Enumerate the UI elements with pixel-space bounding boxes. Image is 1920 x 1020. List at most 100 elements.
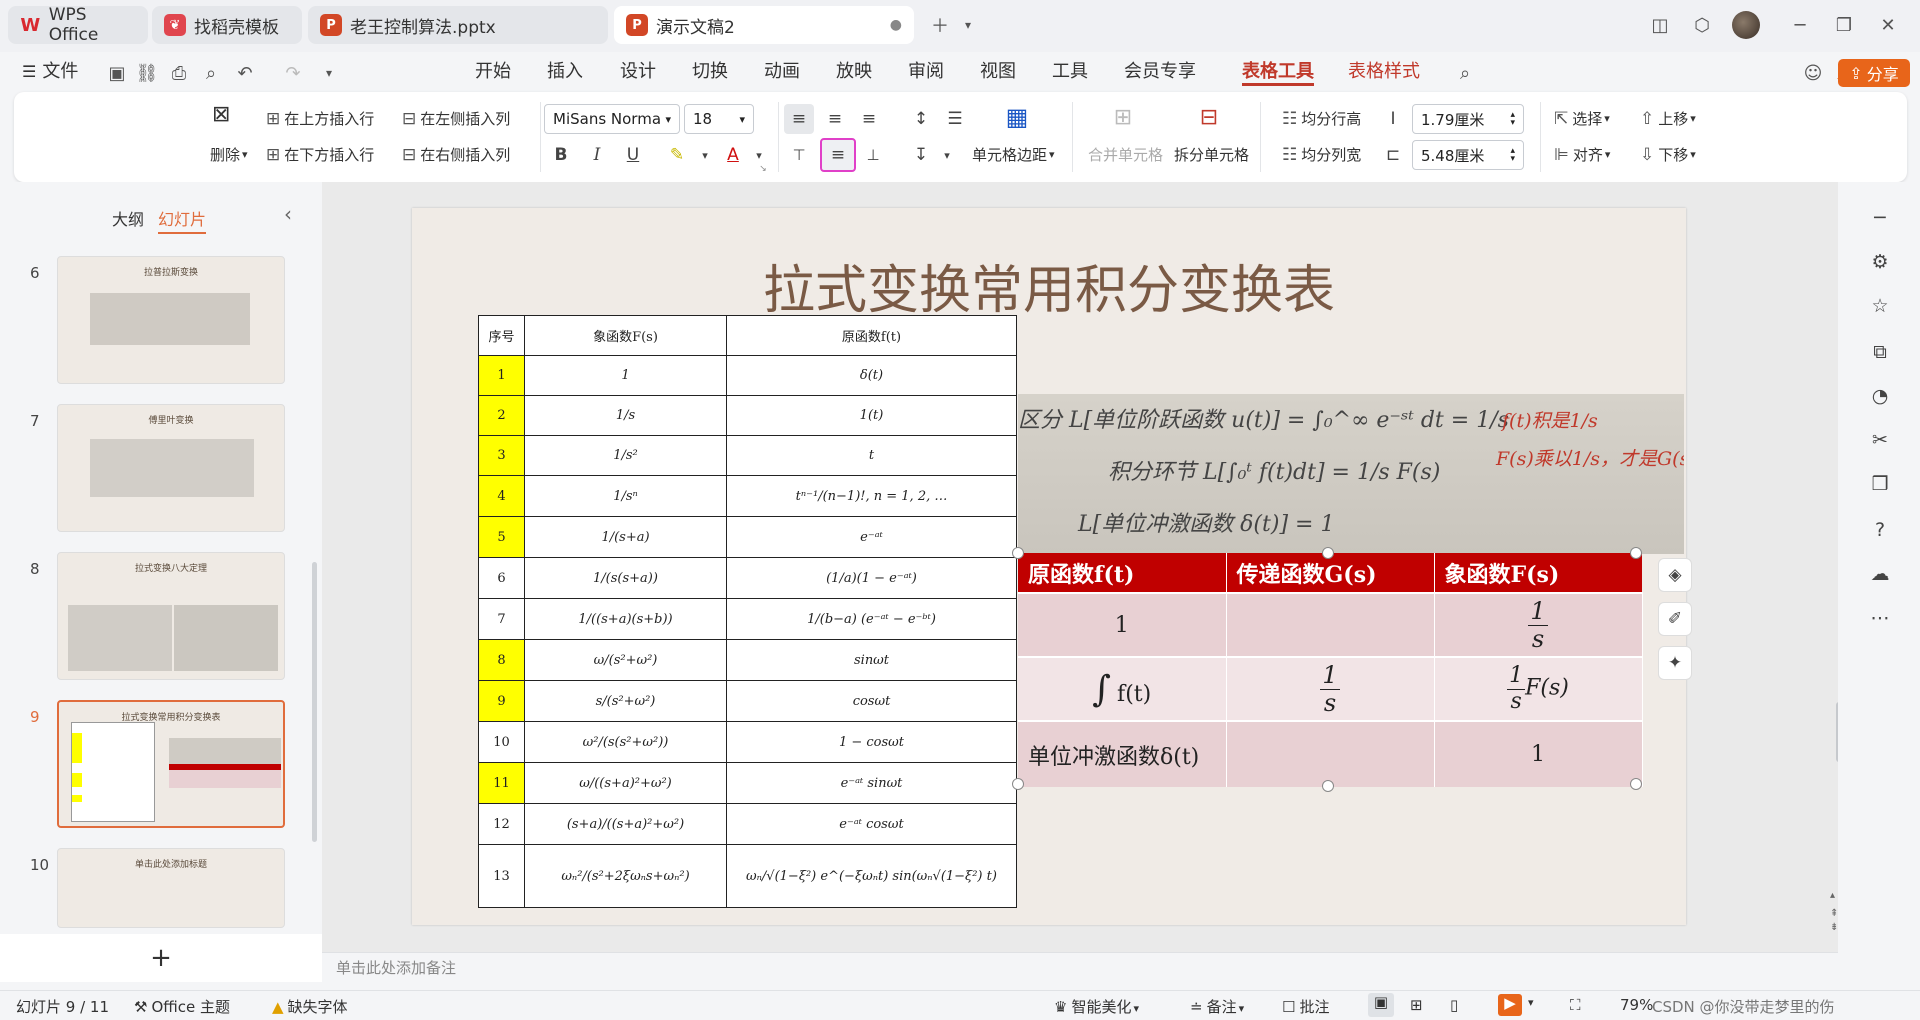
align-middle-icon[interactable]: ≡ <box>820 138 856 172</box>
cell-F[interactable]: 1 <box>1434 720 1643 787</box>
tab-outline[interactable]: 大纲 <box>112 206 144 230</box>
cell-image-function[interactable]: ω/(s²+ω²) <box>524 639 727 681</box>
menu-slideshow[interactable]: 放映 <box>836 58 872 86</box>
menu-tools[interactable]: 工具 <box>1052 58 1088 86</box>
search-icon[interactable]: ⌕ <box>1452 60 1478 86</box>
bullet-list-icon[interactable]: ☰ <box>940 104 970 134</box>
resize-handle[interactable] <box>1630 547 1642 559</box>
menu-table-style[interactable]: 表格样式 <box>1348 58 1420 86</box>
cell-original-function[interactable]: 1 − cosωt <box>726 721 1017 763</box>
cell-index[interactable]: 3 <box>478 435 525 476</box>
cell-original-function[interactable]: e⁻ᵃᵗ <box>726 516 1017 558</box>
cell-g[interactable]: 1s <box>1226 656 1435 721</box>
bold-icon[interactable]: B <box>546 140 576 170</box>
cell-f[interactable]: ∫ f(t) <box>1018 656 1227 721</box>
menu-review[interactable]: 审阅 <box>908 58 944 86</box>
delete-dropdown[interactable]: 删除 ▾ <box>210 144 248 165</box>
resize-handle[interactable] <box>1012 778 1024 790</box>
cell-image-function[interactable]: 1 <box>524 355 727 396</box>
properties-icon[interactable]: ⚙ <box>1866 248 1894 276</box>
comments-button[interactable]: ☐ 批注 <box>1282 996 1329 1017</box>
layers-icon[interactable]: ◈ <box>1658 558 1692 592</box>
cell-index[interactable]: 10 <box>478 721 525 763</box>
menu-insert[interactable]: 插入 <box>547 58 583 86</box>
menu-design[interactable]: 设计 <box>620 58 656 86</box>
cell-index[interactable]: 12 <box>478 803 525 845</box>
cell-index[interactable]: 6 <box>478 557 525 599</box>
cell-F[interactable]: 1s <box>1434 592 1643 657</box>
star-icon[interactable]: ☆ <box>1866 292 1894 320</box>
notes-button[interactable]: ≐ 备注 ▾ <box>1190 996 1244 1017</box>
cell-original-function[interactable]: (1/a)(1 − e⁻ᵃᵗ) <box>726 557 1017 599</box>
line-spacing-icon[interactable]: ↕ <box>906 104 936 134</box>
cell-margin-icon[interactable]: ▦ <box>1002 102 1032 132</box>
menu-member[interactable]: 会员专享 <box>1124 58 1196 86</box>
cell-F[interactable]: 1 s F(s) <box>1434 656 1643 721</box>
cube-icon[interactable]: ⬡ <box>1684 10 1720 40</box>
cell-original-function[interactable]: e⁻ᵃᵗ cosωt <box>726 803 1017 845</box>
resize-handle[interactable] <box>1630 778 1642 790</box>
quick-access-dropdown-icon[interactable]: ▾ <box>316 60 342 86</box>
cell-f[interactable]: 1 <box>1018 592 1227 657</box>
font-size-select[interactable]: 18 ▾ <box>684 104 754 134</box>
menu-view[interactable]: 视图 <box>980 58 1016 86</box>
align-dropdown[interactable]: ⊫ 对齐 ▾ <box>1554 144 1610 165</box>
cell-original-function[interactable]: ωₙ/√(1−ξ²) e^(−ξωₙt) sin(ωₙ√(1−ξ²) t) <box>726 844 1017 908</box>
cell-image-function[interactable]: 1/s <box>524 395 727 436</box>
chevron-down-icon[interactable]: ▾ <box>1528 996 1534 1009</box>
save-icon[interactable]: ▣ <box>104 60 130 86</box>
insert-col-right-button[interactable]: ⊟ 在右侧插入列 <box>402 144 510 165</box>
align-right-icon[interactable]: ≡ <box>854 104 884 134</box>
cell-index[interactable]: 4 <box>478 475 525 517</box>
transfer-function-table[interactable]: 原函数f(t) 传递函数G(s) 象函数F(s) 1 1s ∫ f(t) 1s 1… <box>1018 553 1643 787</box>
collapse-panel-icon[interactable]: ‹ <box>284 202 292 226</box>
cell-original-function[interactable]: 1/(b−a) (e⁻ᵃᵗ − e⁻ᵇᵗ) <box>726 598 1017 640</box>
tab-wps-office[interactable]: W WPS Office <box>8 5 148 45</box>
tab-daoke-templates[interactable]: ❦ 找稻壳模板 <box>152 6 302 44</box>
cell-index[interactable]: 2 <box>478 395 525 436</box>
link-icon[interactable]: ⛓ <box>134 60 160 86</box>
delete-table-icon[interactable]: ⊠ <box>212 102 230 127</box>
cell-image-function[interactable]: ωₙ²/(s²+2ξωₙs+ωₙ²) <box>524 844 727 908</box>
slide-thumb-6[interactable]: 拉普拉斯变换 <box>57 256 285 384</box>
tools-icon[interactable]: ✂ <box>1866 426 1894 454</box>
cell-original-function[interactable]: tⁿ⁻¹/(n−1)!, n = 1, 2, … <box>726 475 1017 517</box>
cell-index[interactable]: 1 <box>478 355 525 396</box>
cloud-icon[interactable]: ☁ <box>1866 560 1894 588</box>
cell-image-function[interactable]: s/(s²+ω²) <box>524 680 727 722</box>
handwritten-notes-image[interactable]: 区分 L[单位阶跃函数 u(t)] = ∫₀^∞ e⁻ˢᵗ dt = 1/s 积… <box>1018 394 1684 554</box>
close-icon[interactable]: ✕ <box>1870 10 1906 40</box>
underline-icon[interactable]: U <box>618 140 648 170</box>
cell-original-function[interactable]: 1(t) <box>726 395 1017 436</box>
fit-window-icon[interactable]: ⛶ <box>1570 996 1581 1014</box>
menu-transition[interactable]: 切换 <box>692 58 728 86</box>
cell-index[interactable]: 7 <box>478 598 525 640</box>
theme-button[interactable]: ⚒ Office 主题 <box>134 996 230 1017</box>
header-transfer-function[interactable]: 传递函数G(s) <box>1226 553 1435 593</box>
restore-icon[interactable]: ❐ <box>1826 10 1862 40</box>
slide-thumb-8[interactable]: 拉式变换八大定理 <box>57 552 285 680</box>
chat-icon[interactable]: ☺ <box>1800 60 1826 86</box>
spinner-icon[interactable]: ▴ ▾ <box>1510 111 1515 128</box>
table-header-cell[interactable]: 象函数F(s) <box>524 315 727 356</box>
row-height-input[interactable]: 1.79厘米 ▴ ▾ <box>1412 104 1524 134</box>
font-family-select[interactable]: MiSans Norma ▾ <box>544 104 680 134</box>
add-slide-button[interactable]: + <box>0 934 322 982</box>
cell-original-function[interactable]: δ(t) <box>726 355 1017 396</box>
cell-index[interactable]: 9 <box>478 680 525 722</box>
magic-tool-icon[interactable]: ✦ <box>1658 646 1692 680</box>
menu-table-tools[interactable]: 表格工具 <box>1242 58 1314 86</box>
font-dialog-launcher-icon[interactable]: ↘ <box>756 162 770 176</box>
insert-row-below-button[interactable]: ⊞ 在下方插入行 <box>266 144 374 165</box>
menu-animation[interactable]: 动画 <box>764 58 800 86</box>
align-bottom-icon[interactable]: ⊥ <box>858 140 888 170</box>
print-icon[interactable]: ⎙ <box>166 60 192 86</box>
col-width-input[interactable]: 5.48厘米 ▴ ▾ <box>1412 140 1524 170</box>
help-icon[interactable]: ? <box>1866 516 1894 544</box>
cell-f[interactable]: 单位冲激函数δ(t) <box>1018 720 1227 787</box>
menu-start[interactable]: 开始 <box>475 58 511 86</box>
play-slideshow-icon[interactable]: ▶ <box>1498 994 1522 1016</box>
sidebar-toggle-icon[interactable]: ◫ <box>1642 10 1678 40</box>
italic-icon[interactable]: I <box>582 140 612 170</box>
cell-index[interactable]: 5 <box>478 516 525 558</box>
